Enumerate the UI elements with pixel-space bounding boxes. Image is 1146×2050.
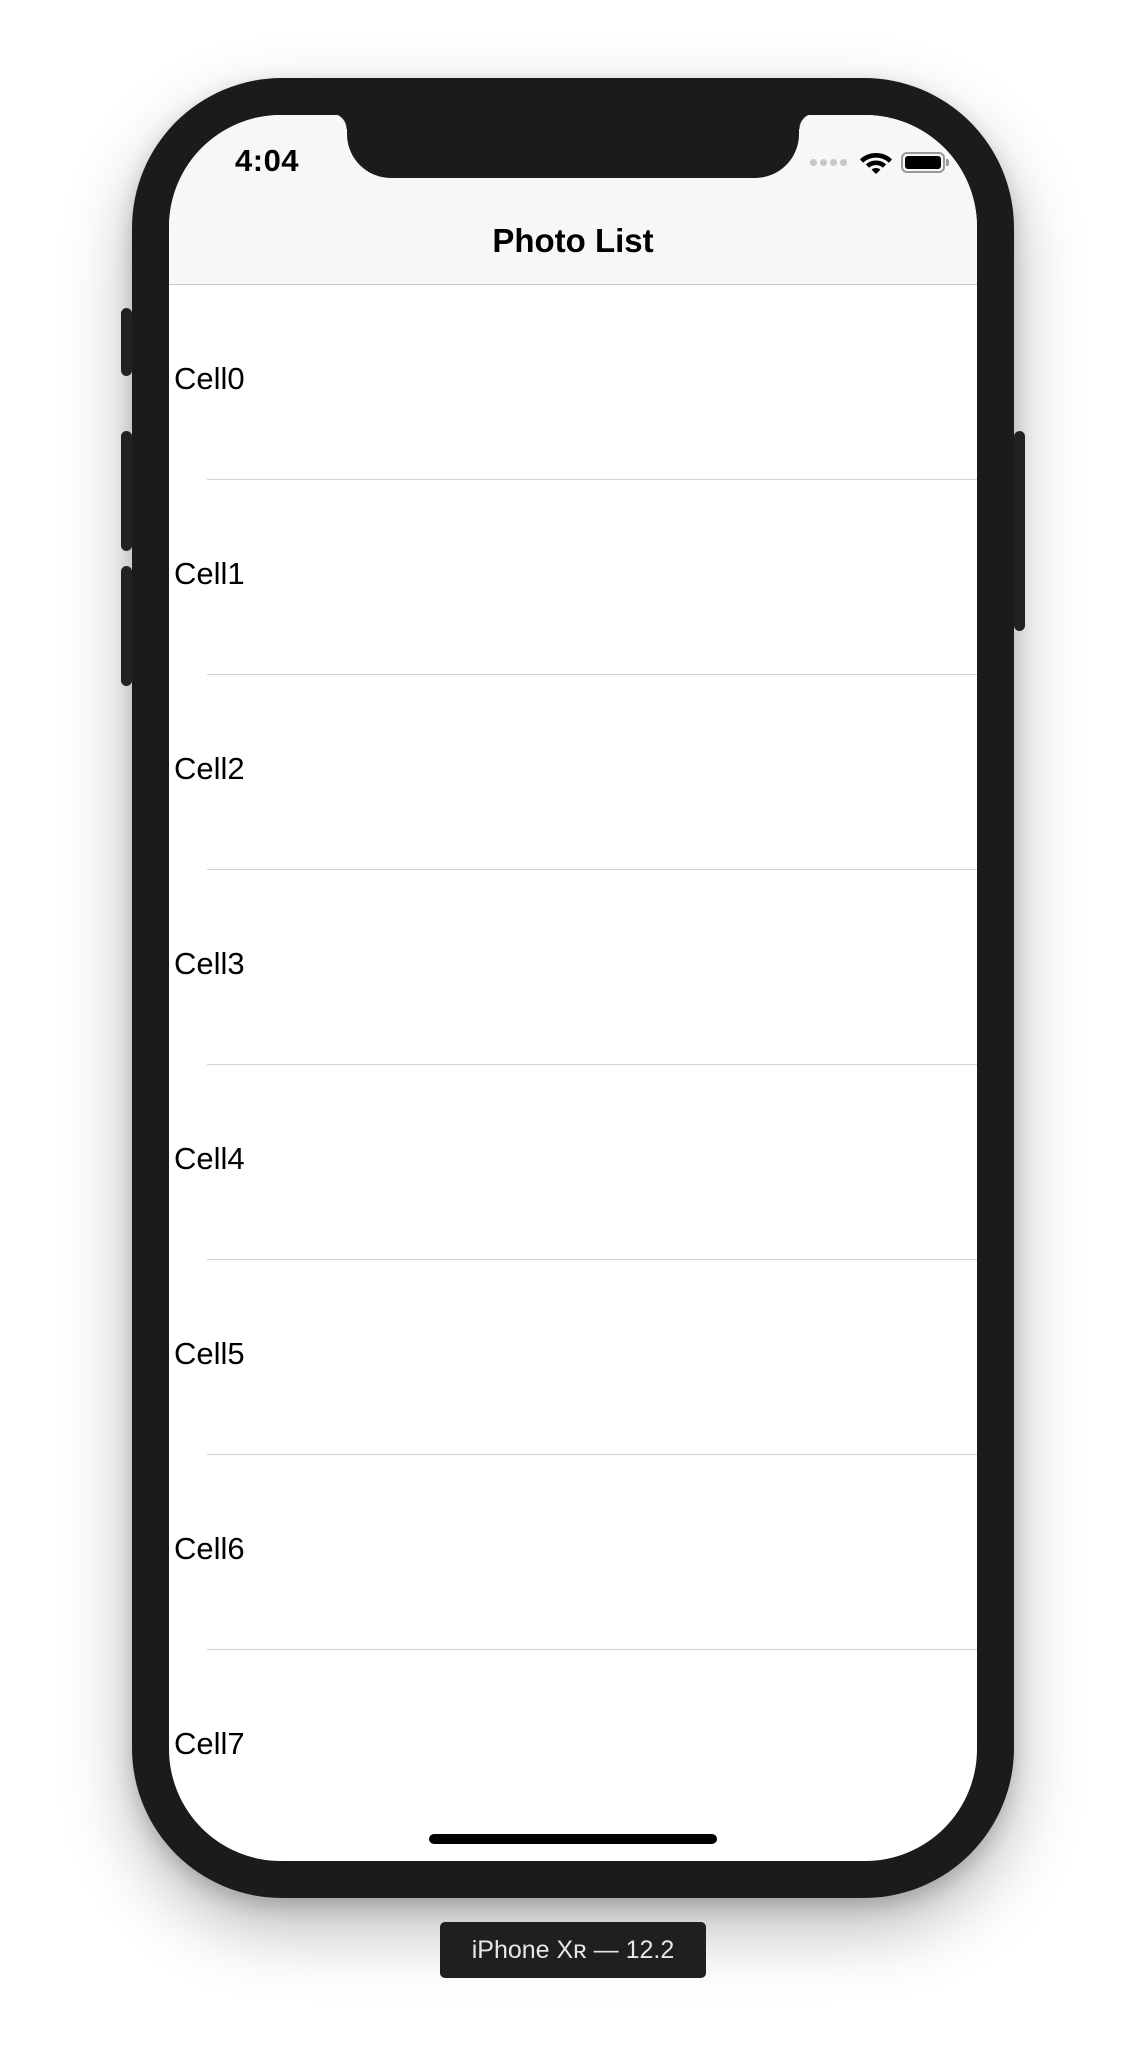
iphone-device-frame: 4:04 Photo List Cell0 Cell1 Cell2 Cell3 …	[121, 78, 1025, 1898]
cell-label: Cell1	[174, 556, 245, 591]
home-indicator[interactable]	[429, 1834, 717, 1844]
cell-label: Cell5	[174, 1336, 245, 1371]
battery-icon	[901, 151, 949, 173]
list-item[interactable]: Cell2	[169, 675, 977, 870]
status-time: 4:04	[235, 143, 300, 178]
power-button	[1014, 431, 1025, 631]
page-title: Photo List	[492, 222, 654, 259]
list-item[interactable]: Cell5	[169, 1260, 977, 1455]
list-item[interactable]: Cell7	[169, 1650, 977, 1845]
list-item[interactable]: Cell3	[169, 870, 977, 1065]
cell-label: Cell7	[174, 1726, 245, 1761]
volume-down-button	[121, 566, 132, 686]
status-icons	[810, 149, 949, 175]
list-item[interactable]: Cell1	[169, 480, 977, 675]
device-notch	[331, 115, 815, 178]
list-item[interactable]: Cell0	[169, 285, 977, 480]
cellular-signal-icon	[810, 158, 847, 166]
cell-label: Cell2	[174, 751, 245, 786]
simulator-device-label: iPhone Xʀ — 12.2	[440, 1922, 706, 1978]
cell-label: Cell0	[174, 361, 245, 396]
list-item[interactable]: Cell4	[169, 1065, 977, 1260]
photo-list[interactable]: Cell0 Cell1 Cell2 Cell3 Cell4 Cell5 Cell…	[169, 285, 977, 1845]
volume-up-button	[121, 431, 132, 551]
cell-label: Cell3	[174, 946, 245, 981]
mute-switch	[121, 308, 132, 376]
cell-label: Cell4	[174, 1141, 245, 1176]
list-item[interactable]: Cell6	[169, 1455, 977, 1650]
wifi-icon	[860, 153, 892, 174]
device-screen: 4:04 Photo List Cell0 Cell1 Cell2 Cell3 …	[169, 115, 977, 1861]
cell-label: Cell6	[174, 1531, 245, 1566]
